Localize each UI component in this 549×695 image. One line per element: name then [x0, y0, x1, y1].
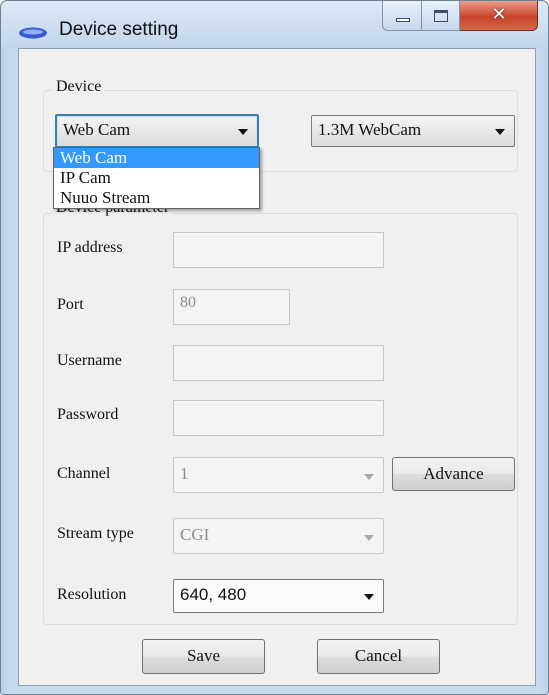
- maximize-button[interactable]: [422, 1, 460, 31]
- device-group-label: Device: [53, 78, 105, 96]
- cancel-button[interactable]: Cancel: [317, 639, 440, 674]
- dropdown-option-nuuo-stream[interactable]: Nuuo Stream: [54, 188, 259, 208]
- port-label: Port: [57, 296, 84, 313]
- chevron-down-icon: [364, 535, 374, 541]
- channel-label: Channel: [57, 465, 111, 482]
- close-button[interactable]: ✕: [460, 1, 538, 31]
- channel-value: 1: [180, 464, 189, 483]
- channel-combobox[interactable]: 1: [173, 457, 384, 493]
- stream-type-combobox[interactable]: CGI: [173, 518, 384, 554]
- advance-button[interactable]: Advance: [392, 457, 515, 491]
- chevron-down-icon: [238, 129, 248, 135]
- device-type-value: Web Cam: [63, 120, 131, 139]
- dropdown-option-ip-cam[interactable]: IP Cam: [54, 168, 259, 188]
- username-label: Username: [57, 352, 122, 369]
- device-setting-window: Device setting ✕ Device Web Cam 1.3M Web…: [0, 0, 549, 695]
- save-button[interactable]: Save: [142, 639, 265, 674]
- minimize-icon: [396, 18, 410, 22]
- resolution-combobox[interactable]: 640, 480: [173, 579, 384, 613]
- close-icon: ✕: [491, 4, 507, 25]
- username-input[interactable]: [173, 345, 384, 381]
- device-model-value: 1.3M WebCam: [318, 120, 422, 139]
- ip-address-input[interactable]: [173, 232, 384, 268]
- window-title: Device setting: [59, 19, 179, 40]
- dialog-client-area: Device Web Cam 1.3M WebCam Device parame…: [18, 48, 536, 686]
- stream-type-label: Stream type: [57, 525, 134, 542]
- password-label: Password: [57, 406, 119, 423]
- ip-address-label: IP address: [57, 239, 123, 256]
- chevron-down-icon: [364, 474, 374, 480]
- resolution-value: 640, 480: [180, 585, 247, 604]
- webcam-icon: [19, 27, 47, 39]
- stream-type-value: CGI: [180, 525, 210, 544]
- device-model-combobox[interactable]: 1.3M WebCam: [311, 115, 515, 147]
- minimize-button[interactable]: [382, 1, 422, 31]
- port-input[interactable]: 80: [173, 289, 290, 325]
- chevron-down-icon: [364, 594, 374, 600]
- resolution-label: Resolution: [57, 586, 127, 603]
- device-type-dropdown-list: Web Cam IP Cam Nuuo Stream: [53, 147, 260, 209]
- caption-buttons: ✕: [382, 1, 538, 33]
- password-input[interactable]: [173, 400, 384, 436]
- device-type-combobox[interactable]: Web Cam: [55, 114, 259, 148]
- maximize-icon: [434, 10, 448, 22]
- chevron-down-icon: [495, 129, 505, 135]
- dropdown-option-web-cam[interactable]: Web Cam: [54, 148, 259, 168]
- title-bar[interactable]: Device setting ✕: [1, 1, 548, 49]
